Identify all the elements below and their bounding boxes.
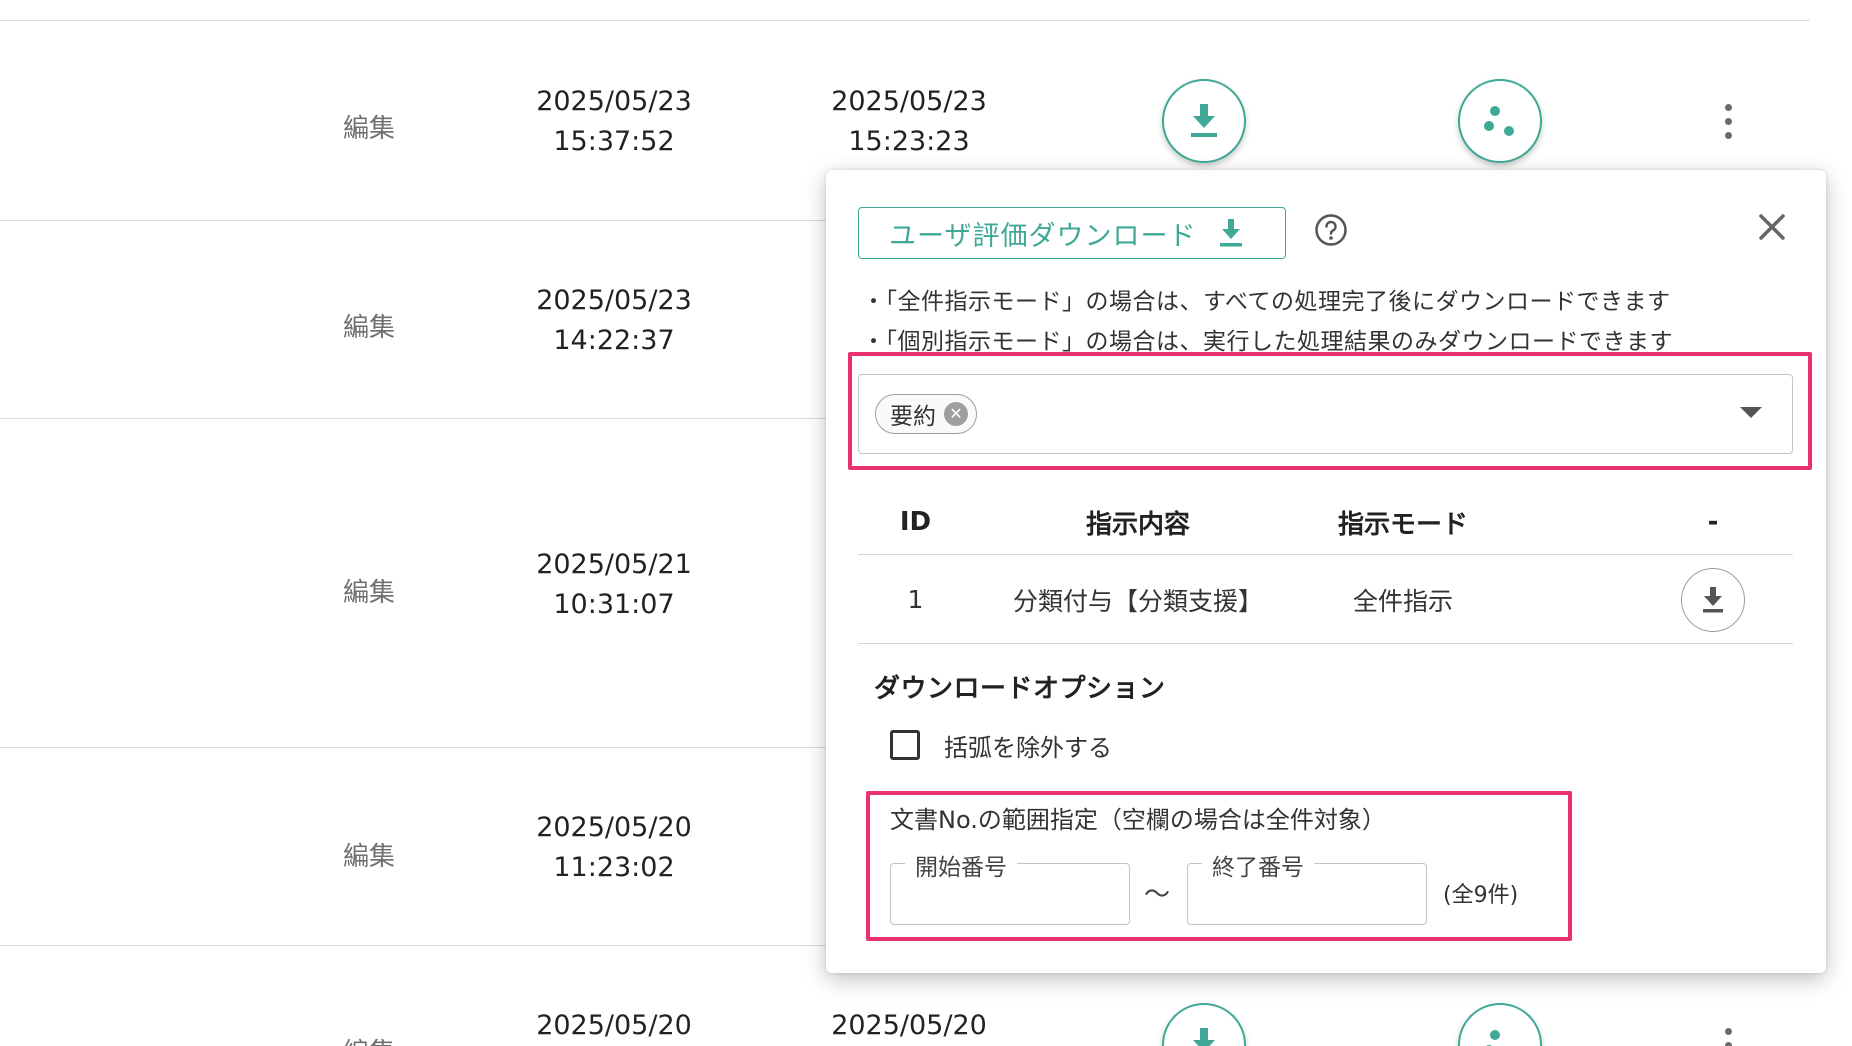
header-content: 指示内容 xyxy=(1085,509,1190,540)
download-popover: ユーザ評価ダウンロード ・「全件指示モード」の場合は、すべての処理完了後にダウン… xyxy=(826,170,1826,973)
date-text: 2025/05/20 xyxy=(831,1010,987,1041)
created-datetime: 2025/05/23 15:23:23 xyxy=(809,82,1009,162)
user-evaluation-download-button[interactable]: ユーザ評価ダウンロード xyxy=(858,207,1286,259)
more-vert-icon[interactable] xyxy=(1716,102,1740,142)
exclude-brackets-label[interactable]: 括弧を除外する xyxy=(944,728,1112,763)
download-icon xyxy=(1193,1028,1215,1046)
updated-datetime: 2025/05/23 14:22:37 xyxy=(514,281,714,361)
more-vert-icon[interactable] xyxy=(1716,1026,1740,1046)
time-text: 10:31:07 xyxy=(553,589,675,620)
edit-link[interactable]: 編集 xyxy=(343,836,395,873)
close-icon[interactable] xyxy=(1753,208,1791,246)
time-text: 15:23:23 xyxy=(848,126,970,157)
date-text: 2025/05/23 xyxy=(536,285,692,316)
date-text: 2025/05/23 xyxy=(831,86,987,117)
instruction-id: 1 xyxy=(907,585,924,614)
note-individual-mode: ・「個別指示モード」の場合は、実行した処理結果のみダウンロードできます xyxy=(862,329,1673,355)
highlight-box xyxy=(848,352,1812,470)
instructions-table-header: ID 指示内容 指示モード - xyxy=(858,490,1793,555)
updated-datetime: 2025/05/20 xyxy=(514,1006,714,1046)
date-text: 2025/05/20 xyxy=(536,812,692,843)
user-evaluation-download-label: ユーザ評価ダウンロード xyxy=(889,220,1197,252)
instruction-download-button[interactable] xyxy=(1681,567,1745,632)
download-button[interactable] xyxy=(1162,1003,1246,1046)
edit-link[interactable]: 編集 xyxy=(343,572,395,609)
date-text: 2025/05/21 xyxy=(536,549,692,580)
instruction-content: 分類付与【分類支援】 xyxy=(1012,586,1263,616)
download-button[interactable] xyxy=(1162,79,1246,163)
share-nodes-icon xyxy=(1486,1030,1500,1046)
edit-link[interactable]: 編集 xyxy=(343,108,395,145)
updated-datetime: 2025/05/20 11:23:02 xyxy=(514,808,714,888)
instruction-mode: 全件指示 xyxy=(1352,586,1453,616)
download-icon xyxy=(1218,218,1244,248)
highlight-box xyxy=(866,791,1572,941)
date-text: 2025/05/20 xyxy=(536,1010,692,1041)
header-mode: 指示モード xyxy=(1337,509,1468,540)
share-nodes-icon xyxy=(1484,106,1514,136)
cluster-button[interactable] xyxy=(1458,1003,1542,1046)
note-all-mode: ・「全件指示モード」の場合は、すべての処理完了後にダウンロードできます xyxy=(862,289,1671,315)
header-id: ID xyxy=(899,507,932,537)
time-text: 14:22:37 xyxy=(553,325,675,356)
date-text: 2025/05/23 xyxy=(536,86,692,117)
help-icon[interactable] xyxy=(1314,213,1348,247)
row-divider xyxy=(0,20,1810,21)
time-text: 15:37:52 xyxy=(553,126,675,157)
cluster-button[interactable] xyxy=(1458,79,1542,163)
download-options-title: ダウンロードオプション xyxy=(874,674,1166,704)
updated-datetime: 2025/05/23 15:37:52 xyxy=(514,82,714,162)
download-icon xyxy=(1191,104,1217,137)
exclude-brackets-checkbox[interactable] xyxy=(890,730,920,760)
instruction-action xyxy=(1668,556,1758,643)
updated-datetime: 2025/05/21 10:31:07 xyxy=(514,545,714,625)
instruction-row: 1 分類付与【分類支援】 全件指示 xyxy=(858,556,1793,644)
edit-link[interactable]: 編集 xyxy=(343,307,395,344)
edit-link[interactable]: 編集 xyxy=(343,1032,395,1046)
header-action: - xyxy=(1707,507,1719,537)
download-icon xyxy=(1703,586,1723,612)
created-datetime: 2025/05/20 xyxy=(809,1006,1009,1046)
time-text: 11:23:02 xyxy=(553,852,675,883)
